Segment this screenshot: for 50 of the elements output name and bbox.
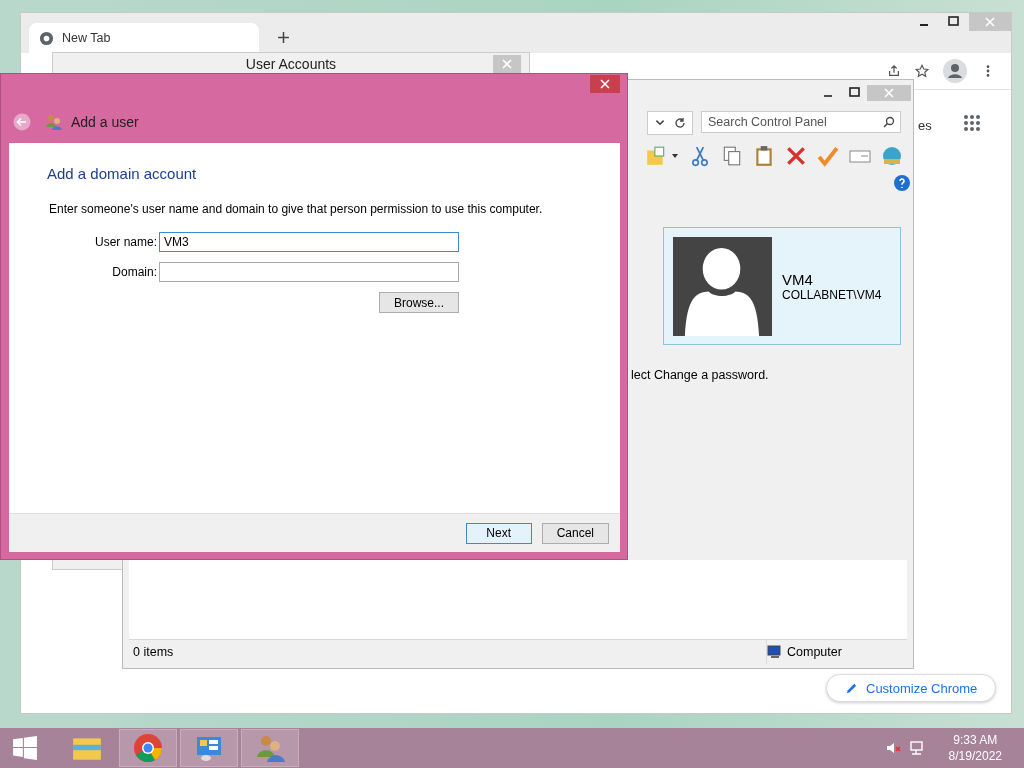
search-field[interactable]: Search Control Panel (701, 111, 901, 133)
customize-chrome-button[interactable]: Customize Chrome (826, 674, 997, 702)
field-label: User name: (93, 235, 157, 249)
taskbar-app[interactable] (119, 729, 177, 767)
clipboard-icon[interactable] (753, 145, 775, 167)
chrome-icon (132, 733, 164, 763)
link-text[interactable]: es (918, 118, 932, 133)
users-icon (45, 113, 63, 131)
input-field[interactable] (159, 262, 459, 282)
instructions-text: Enter someone's user name and domain to give that person permission to use this computer. (49, 202, 544, 216)
copy-icon[interactable] (721, 145, 743, 167)
hint-text: lect Change a password. (631, 368, 769, 382)
share-icon[interactable] (887, 64, 901, 78)
pencil-icon (845, 681, 858, 695)
item-count: 0 items (132, 645, 174, 659)
users-icon (254, 733, 286, 763)
new-tab-icon[interactable] (277, 31, 290, 44)
browser-tab[interactable]: New Tab (29, 23, 259, 53)
dialog-title: Add a user (71, 114, 139, 130)
profile-icon[interactable] (943, 59, 967, 83)
caret-icon[interactable] (671, 152, 679, 160)
browse-button[interactable]: Browse... (379, 292, 459, 313)
window-title: User Accounts (245, 56, 337, 72)
muted-speaker-icon[interactable] (884, 740, 901, 756)
dialog-button[interactable]: Cancel (541, 522, 609, 544)
back-icon[interactable] (13, 113, 31, 131)
avatar-icon (673, 236, 772, 336)
computer-icon (767, 645, 783, 659)
chrome-icon (39, 30, 54, 46)
close-icon[interactable] (590, 75, 620, 93)
address-bar[interactable] (647, 111, 693, 135)
refresh-icon[interactable] (674, 117, 686, 129)
scissors-icon[interactable] (689, 145, 711, 167)
apps-icon[interactable] (963, 114, 981, 132)
checkmark-icon[interactable] (817, 145, 839, 167)
delete-icon[interactable] (785, 145, 807, 167)
dialog-button[interactable]: Next (465, 522, 532, 544)
input-field[interactable]: VM3 (159, 232, 459, 252)
field-label: Domain: (111, 265, 157, 279)
user-tile[interactable]: VM4 COLLABNET\VM4 (663, 227, 901, 345)
taskbar-app[interactable] (180, 729, 238, 767)
user-name: VM4 (782, 270, 814, 288)
search-icon (883, 116, 895, 128)
dialog-heading: Add a domain account (47, 165, 198, 182)
location-label: Computer (787, 645, 842, 659)
star-icon[interactable] (915, 64, 929, 78)
account-name: COLLABNET\VM4 (782, 287, 882, 302)
network-icon[interactable] (908, 740, 925, 756)
help-icon[interactable] (894, 175, 910, 191)
windows-start-icon[interactable] (12, 735, 38, 761)
